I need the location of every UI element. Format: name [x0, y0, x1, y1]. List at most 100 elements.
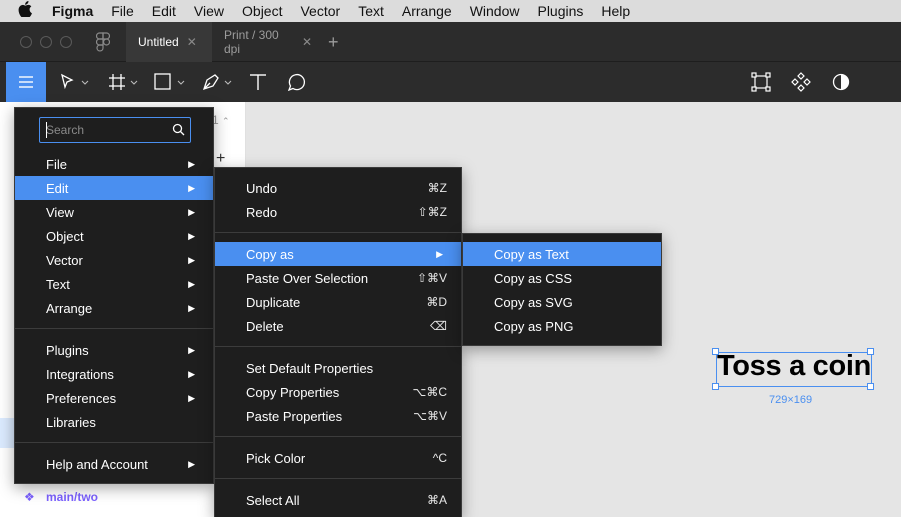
menubar-arrange[interactable]: Arrange	[402, 3, 452, 19]
menu-item-copy-as-svg[interactable]: Copy as SVG	[463, 290, 661, 314]
menubar-window[interactable]: Window	[470, 3, 520, 19]
page-selector[interactable]: 1 ⌃	[212, 113, 230, 127]
menubar-figma[interactable]: Figma	[52, 3, 93, 19]
main-menu-button[interactable]	[6, 62, 46, 102]
component-icon	[791, 72, 811, 92]
menu-item-duplicate[interactable]: Duplicate ⌘D	[215, 290, 461, 314]
shortcut-label: ⌘A	[426, 493, 447, 507]
add-page-plus-icon[interactable]: +	[216, 150, 225, 168]
menu-item-redo[interactable]: Redo ⇧⌘Z	[215, 200, 461, 224]
submenu-arrow-icon: ▶	[188, 254, 195, 265]
menu-divider	[215, 346, 461, 347]
shortcut-label: ⌥⌘C	[412, 385, 448, 399]
menu-item-edit[interactable]: Edit ▶	[15, 176, 213, 200]
main-menu: File▶ Edit▶ View▶ Object▶ Vector▶ Text▶ …	[14, 107, 214, 484]
submenu-arrow-icon: ▶	[188, 458, 195, 469]
frame-selection-icon	[751, 72, 771, 92]
menu-item-label: File	[46, 156, 67, 172]
menu-item-select-all[interactable]: Select All ⌘A	[215, 488, 461, 512]
pen-tool-button[interactable]	[200, 70, 236, 94]
menu-item-copy-as-png[interactable]: Copy as PNG	[463, 314, 661, 338]
submenu-arrow-icon: ▶	[188, 158, 195, 169]
menu-item-set-default-properties[interactable]: Set Default Properties	[215, 356, 461, 380]
contrast-button[interactable]	[828, 70, 854, 94]
layer-selection-highlight	[0, 418, 14, 448]
menu-item-copy-as-css[interactable]: Copy as CSS	[463, 266, 661, 290]
layer-main-two[interactable]: main/two	[46, 490, 98, 504]
menubar-edit[interactable]: Edit	[152, 3, 176, 19]
menu-item-label: Integrations	[46, 366, 114, 382]
menubar-vector[interactable]: Vector	[300, 3, 340, 19]
apple-icon[interactable]	[18, 1, 34, 21]
menubar-text[interactable]: Text	[358, 3, 384, 19]
menu-item-label: Libraries	[46, 414, 96, 430]
macos-menubar: Figma File Edit View Object Vector Text …	[0, 0, 901, 22]
menu-search-input[interactable]	[46, 122, 164, 138]
contrast-icon	[832, 73, 850, 91]
shortcut-label: ⌘D	[426, 295, 447, 309]
figma-logo-icon[interactable]	[95, 32, 111, 52]
menu-item-label: Copy Properties	[246, 384, 340, 400]
menu-item-pick-color[interactable]: Pick Color ^C	[215, 446, 461, 470]
menu-item-label: Set Default Properties	[246, 360, 374, 376]
tab-untitled[interactable]: Untitled ✕	[126, 22, 212, 62]
zoom-window-button[interactable]	[60, 36, 72, 48]
menubar-help[interactable]: Help	[601, 3, 630, 19]
menu-search-box[interactable]	[39, 117, 191, 143]
submenu-arrow-icon: ▶	[188, 344, 195, 355]
submenu-arrow-icon: ▶	[188, 302, 195, 313]
menubar-view[interactable]: View	[194, 3, 224, 19]
search-icon	[172, 123, 185, 139]
dimensions-label: 729×169	[769, 394, 813, 406]
menu-item-copy-properties[interactable]: Copy Properties ⌥⌘C	[215, 380, 461, 404]
menu-item-help-and-account[interactable]: Help and Account ▶	[15, 452, 213, 476]
menubar-file[interactable]: File	[111, 3, 134, 19]
menu-item-vector[interactable]: Vector ▶	[15, 248, 213, 272]
pen-tool-icon	[202, 74, 232, 91]
tab-print-300dpi[interactable]: Print / 300 dpi ✕	[212, 22, 324, 62]
toolbar	[0, 62, 901, 102]
menu-item-plugins[interactable]: Plugins ▶	[15, 338, 213, 362]
close-tab-icon[interactable]: ✕	[187, 35, 197, 49]
close-window-button[interactable]	[20, 36, 32, 48]
move-tool-button[interactable]	[58, 70, 92, 94]
resize-handle-bottom-right[interactable]	[867, 383, 874, 390]
menubar-plugins[interactable]: Plugins	[537, 3, 583, 19]
rectangle-tool-icon	[154, 73, 185, 90]
shape-tool-button[interactable]	[152, 70, 190, 94]
menu-item-text[interactable]: Text ▶	[15, 272, 213, 296]
menu-item-arrange[interactable]: Arrange ▶	[15, 296, 213, 320]
shortcut-label: ⇧⌘V	[416, 271, 447, 285]
menu-item-label: Paste Over Selection	[246, 270, 369, 286]
menu-item-libraries[interactable]: Libraries	[15, 410, 213, 434]
menu-item-label: View	[46, 204, 74, 220]
text-tool-button[interactable]	[246, 70, 270, 94]
resize-handle-bottom-left[interactable]	[712, 383, 719, 390]
resize-handle-top-left[interactable]	[712, 348, 719, 355]
selection-box[interactable]	[716, 352, 872, 387]
close-tab-icon[interactable]: ✕	[302, 35, 312, 49]
resize-handle-top-right[interactable]	[867, 348, 874, 355]
menu-item-copy-as[interactable]: Copy as ▶	[215, 242, 461, 266]
text-caret	[46, 122, 47, 138]
menubar-object[interactable]: Object	[242, 3, 282, 19]
comment-tool-button[interactable]	[284, 70, 310, 94]
menu-item-view[interactable]: View ▶	[15, 200, 213, 224]
minimize-window-button[interactable]	[40, 36, 52, 48]
menu-item-preferences[interactable]: Preferences ▶	[15, 386, 213, 410]
shortcut-label: ⌫	[430, 319, 447, 333]
new-tab-plus-icon[interactable]: +	[328, 32, 344, 52]
menu-item-paste-over-selection[interactable]: Paste Over Selection ⇧⌘V	[215, 266, 461, 290]
menu-item-object[interactable]: Object ▶	[15, 224, 213, 248]
menu-item-file[interactable]: File ▶	[15, 152, 213, 176]
menu-item-paste-properties[interactable]: Paste Properties ⌥⌘V	[215, 404, 461, 428]
menu-item-delete[interactable]: Delete ⌫	[215, 314, 461, 338]
menu-item-copy-as-text[interactable]: Copy as Text	[463, 242, 661, 266]
component-edit-button[interactable]	[748, 70, 774, 94]
shortcut-label: ⇧⌘Z	[417, 205, 447, 219]
menu-item-label: Undo	[246, 180, 278, 196]
menu-item-undo[interactable]: Undo ⌘Z	[215, 176, 461, 200]
menu-item-integrations[interactable]: Integrations ▶	[15, 362, 213, 386]
frame-tool-button[interactable]	[106, 70, 142, 94]
create-component-button[interactable]	[788, 70, 814, 94]
